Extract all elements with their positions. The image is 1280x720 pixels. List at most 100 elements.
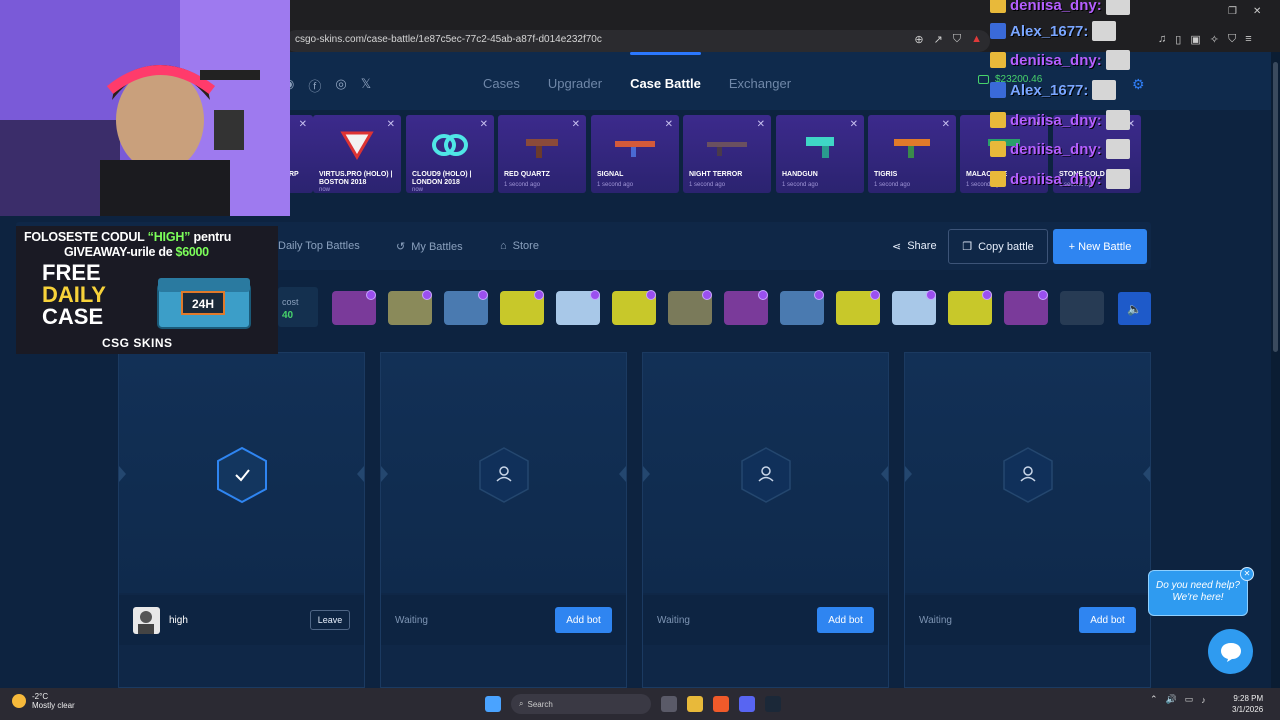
speaker-icon: 🔈 xyxy=(1127,301,1142,316)
case-box-label: 24H xyxy=(192,297,214,311)
page-scrollbar[interactable] xyxy=(1271,52,1280,688)
tab-store[interactable]: ⌂ Store xyxy=(500,240,539,252)
slot-footer: Waiting Add bot xyxy=(905,595,1150,645)
nav-cases[interactable]: Cases xyxy=(483,76,520,91)
case-badge-icon xyxy=(590,290,600,300)
drop-card[interactable]: ✕ RED QUARTZ 1 second ago xyxy=(498,115,586,193)
drop-name: VIRTUS.PRO (HOLO) | BOSTON 2018 xyxy=(319,171,393,186)
slot-footer: Waiting Add bot xyxy=(643,595,888,645)
file-explorer-icon[interactable] xyxy=(687,696,703,712)
leave-button[interactable]: Leave xyxy=(310,610,350,630)
chat-emote-icon xyxy=(1092,21,1117,41)
url-text[interactable]: csgo-skins.com/case-battle/1e87c5ec-77c2… xyxy=(295,34,602,45)
system-clock[interactable]: 9:28 PM 3/1/2026 xyxy=(1232,693,1263,715)
tab-my-battles[interactable]: ↺ My Battles xyxy=(396,240,463,254)
close-icon[interactable]: ✕ xyxy=(572,119,580,130)
nav-case-battle[interactable]: Case Battle xyxy=(630,52,701,91)
windows-taskbar: -2°C Mostly clear ⌕ Search ⌃ 🔊 ▭ ♪ 9:28 … xyxy=(0,688,1280,720)
task-view-icon[interactable] xyxy=(661,696,677,712)
volume-icon[interactable]: 🔊 xyxy=(1166,694,1177,705)
chat-username: deniisa_dny: xyxy=(1010,0,1102,14)
chat-username: deniisa_dny: xyxy=(1010,140,1102,158)
player-slot: Waiting Add bot xyxy=(380,352,627,688)
search-box[interactable]: ⌕ Search xyxy=(511,694,651,714)
scroll-thumb[interactable] xyxy=(1273,62,1278,352)
nav-exchanger[interactable]: Exchanger xyxy=(729,76,791,91)
close-icon[interactable]: ✕ xyxy=(757,119,765,130)
close-icon[interactable]: ✕ xyxy=(850,119,858,130)
nav-upgrader[interactable]: Upgrader xyxy=(548,76,602,91)
shield-icon[interactable]: ⛉ xyxy=(953,33,961,46)
copy-battle-button[interactable]: ❐ Copy battle xyxy=(948,229,1048,264)
menu-icon[interactable]: ≡ xyxy=(1245,33,1251,46)
case-box-image: 24H xyxy=(157,278,251,329)
zoom-icon[interactable]: ⊕ xyxy=(914,33,923,46)
drop-card[interactable]: ✕ VIRTUS.PRO (HOLO) | BOSTON 2018 now xyxy=(313,115,401,193)
share-page-icon[interactable]: ↗ xyxy=(934,33,943,46)
facebook-icon[interactable]: ⓕ xyxy=(308,76,321,95)
add-bot-button[interactable]: Add bot xyxy=(555,607,612,633)
instagram-icon[interactable]: ◎ xyxy=(335,76,346,95)
case-icon[interactable] xyxy=(1060,291,1104,325)
drop-card[interactable]: ✕ CLOUD9 (HOLO) | LONDON 2018 now xyxy=(406,115,494,193)
drop-name: SIGNAL xyxy=(597,171,624,178)
vpn-icon[interactable]: ⛉ xyxy=(1228,33,1236,46)
sticker-cloud9-icon xyxy=(432,134,468,156)
slot-status: Waiting xyxy=(919,615,952,626)
copy-icon: ❐ xyxy=(962,241,973,253)
drop-time: now xyxy=(319,187,331,193)
close-icon[interactable]: ✕ xyxy=(387,119,395,130)
drop-card[interactable]: ✕ HANDGUN 1 second ago xyxy=(776,115,864,193)
chat-badge-icon xyxy=(990,112,1006,128)
add-bot-button[interactable]: Add bot xyxy=(1079,607,1136,633)
chat-line-2: We're here! xyxy=(1172,592,1224,603)
new-battle-button[interactable]: + New Battle xyxy=(1053,229,1147,264)
slot-footer: Waiting Add bot xyxy=(381,595,626,645)
slot-body xyxy=(381,353,626,593)
avatar xyxy=(133,607,160,634)
brave-browser-icon[interactable] xyxy=(713,696,729,712)
x-icon[interactable]: 𝕏 xyxy=(361,76,371,95)
tab-label: My Battles xyxy=(411,240,463,253)
chat-message: deniisa_dny: xyxy=(990,49,1130,71)
search-icon: ⌕ xyxy=(519,699,524,708)
close-icon[interactable]: ✕ xyxy=(942,119,950,130)
promo-headline: FREE DAILY CASE xyxy=(42,262,106,328)
open-chat-button[interactable] xyxy=(1208,629,1253,674)
main-nav: Cases Upgrader Case Battle Exchanger xyxy=(483,52,791,91)
case-badge-icon xyxy=(814,290,824,300)
close-icon[interactable]: ✕ xyxy=(480,119,488,130)
cost-label: cost xyxy=(282,297,299,307)
chat-message: Alex_1677: xyxy=(990,20,1117,42)
empty-user-icon xyxy=(1003,447,1053,503)
drop-card[interactable]: ✕ SIGNAL 1 second ago xyxy=(591,115,679,193)
promo-banner[interactable]: FOLOSESTE CODUL “HIGH” pentru GIVEAWAY-u… xyxy=(16,226,278,354)
chat-username: deniisa_dny: xyxy=(1010,170,1102,188)
discord-app-icon[interactable] xyxy=(739,696,755,712)
case-badge-icon xyxy=(870,290,880,300)
sound-toggle-button[interactable]: 🔈 xyxy=(1118,292,1151,325)
drop-card[interactable]: ✕ TIGRIS 1 second ago xyxy=(868,115,956,193)
close-icon[interactable]: ✕ xyxy=(1240,567,1254,581)
display-icon[interactable]: ▭ xyxy=(1185,694,1194,705)
promo-daily: DAILY xyxy=(42,282,106,307)
add-bot-button[interactable]: Add bot xyxy=(817,607,874,633)
tab-daily-top-battles[interactable]: Daily Top Battles xyxy=(278,240,360,252)
tray-chevron-icon[interactable]: ⌃ xyxy=(1150,694,1158,705)
new-battle-label: + New Battle xyxy=(1068,240,1132,253)
close-icon[interactable]: ✕ xyxy=(299,119,307,130)
sticker-virtus-pro-icon xyxy=(340,131,374,160)
case-badge-icon xyxy=(702,290,712,300)
restore-window-icon[interactable]: ❐ xyxy=(1228,6,1237,17)
weather-widget[interactable]: -2°C Mostly clear xyxy=(12,692,75,710)
share-button[interactable]: ⋖ Share xyxy=(884,230,945,262)
speaker-tray-icon[interactable]: ♪ xyxy=(1201,695,1206,705)
drop-card[interactable]: ✕ NIGHT TERROR 1 second ago xyxy=(683,115,771,193)
address-bar[interactable]: csgo-skins.com/case-battle/1e87c5ec-77c2… xyxy=(285,30,990,52)
steam-icon[interactable] xyxy=(765,696,781,712)
start-icon[interactable] xyxy=(485,696,501,712)
close-icon[interactable]: ✕ xyxy=(665,119,673,130)
help-chat-bubble[interactable]: Do you need help? We're here! xyxy=(1148,570,1248,616)
warning-icon[interactable]: ▲ xyxy=(971,33,982,46)
close-window-icon[interactable]: ✕ xyxy=(1253,6,1261,17)
